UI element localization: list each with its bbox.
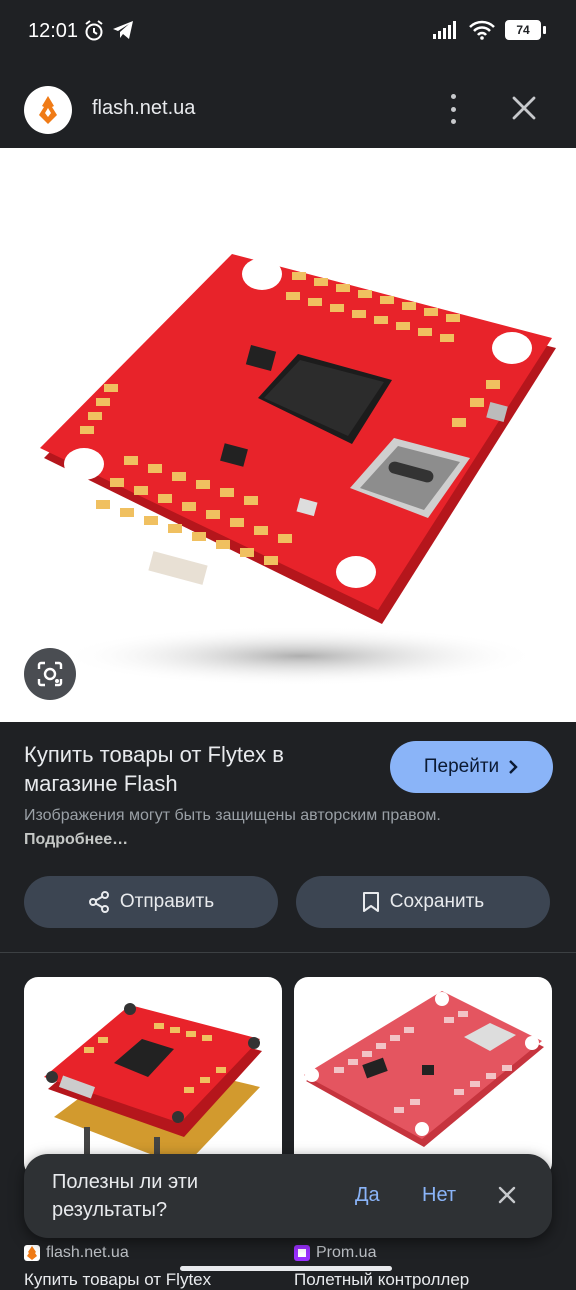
- save-button[interactable]: Сохранить: [296, 876, 550, 928]
- bookmark-icon: [362, 892, 379, 912]
- app-bar: flash.net.ua: [0, 64, 576, 148]
- telegram-icon: [113, 21, 133, 39]
- feedback-no-button[interactable]: Нет: [422, 1184, 456, 1207]
- dismiss-feedback-icon[interactable]: [496, 1184, 518, 1206]
- visit-label: Перейти: [423, 756, 500, 777]
- stacked-flight-controller-photo: [44, 1003, 262, 1167]
- related-source-name: flash.net.ua: [46, 1244, 129, 1261]
- divider: [0, 952, 576, 953]
- site-url[interactable]: flash.net.ua: [92, 97, 195, 120]
- share-label: Отправить: [119, 891, 215, 912]
- alarm-icon: [85, 20, 103, 41]
- site-favicon[interactable]: [24, 86, 72, 134]
- chevron-right-icon: [509, 760, 518, 774]
- feedback-question: Полезны ли эти результаты?: [52, 1171, 199, 1221]
- status-bar: 12:01 74: [0, 0, 576, 64]
- more-menu-button[interactable]: [438, 94, 468, 124]
- related-source-name: Prom.ua: [316, 1244, 377, 1261]
- flame-logo-icon: [39, 96, 57, 124]
- lens-search-button[interactable]: [24, 648, 76, 700]
- notice-text: Изображения могут быть защищены авторски…: [24, 807, 441, 824]
- dot: [450, 94, 456, 99]
- flash-favicon-icon: [24, 1245, 40, 1261]
- close-icon[interactable]: [508, 92, 540, 124]
- flight-controller-photo: [40, 254, 556, 686]
- related-caption[interactable]: Полетный контроллер: [294, 1270, 546, 1290]
- battery-tip: [543, 26, 546, 34]
- status-time: 12:01: [28, 20, 79, 42]
- visit-button[interactable]: Перейти: [390, 741, 553, 793]
- home-indicator[interactable]: [180, 1266, 392, 1271]
- prom-favicon-icon: [294, 1245, 310, 1261]
- related-source[interactable]: Prom.ua: [294, 1244, 376, 1262]
- related-image-card[interactable]: [294, 977, 552, 1177]
- battery-indicator: 74: [505, 20, 541, 40]
- copyright-notice: Изображения могут быть защищены авторски…: [24, 804, 454, 852]
- share-button[interactable]: Отправить: [24, 876, 278, 928]
- feedback-snackbar: Полезны ли эти результаты? Да Нет: [24, 1154, 552, 1238]
- lens-icon: [37, 661, 63, 687]
- learn-more-link[interactable]: Подробнее…: [24, 831, 128, 848]
- related-caption[interactable]: Купить товары от Flytex: [24, 1270, 276, 1290]
- wifi-icon: [469, 20, 495, 40]
- dot: [450, 106, 456, 112]
- save-label: Сохранить: [389, 891, 485, 912]
- feedback-yes-button[interactable]: Да: [355, 1184, 380, 1207]
- related-source[interactable]: flash.net.ua: [24, 1244, 129, 1262]
- share-icon: [88, 891, 109, 913]
- pink-flight-controller-photo: [304, 991, 544, 1147]
- result-title[interactable]: Купить товары от Flytex в магазине Flash: [24, 740, 364, 798]
- image-preview[interactable]: [0, 148, 576, 722]
- signal-icon: [433, 21, 456, 39]
- related-image-card[interactable]: [24, 977, 282, 1177]
- dot: [450, 119, 456, 124]
